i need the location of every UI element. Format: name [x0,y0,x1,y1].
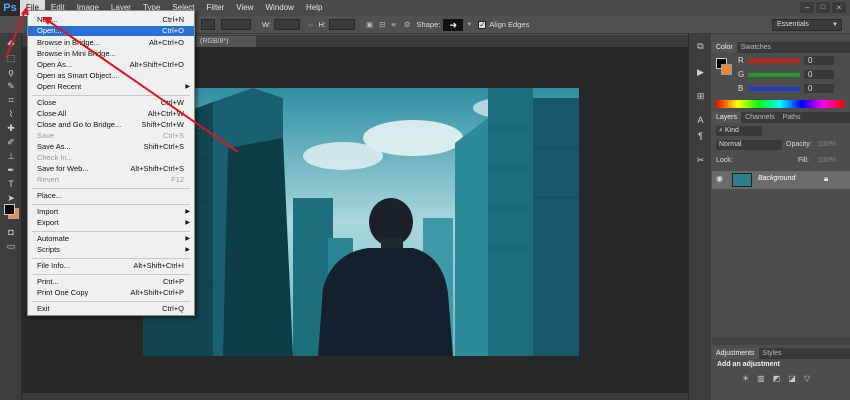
arrowhead-icon [42,17,52,25]
annotation-arrow-open [46,19,239,153]
annotation-overlay [5,6,239,153]
arrowhead-icon [21,6,29,15]
annotation-arrow-file [5,10,26,59]
